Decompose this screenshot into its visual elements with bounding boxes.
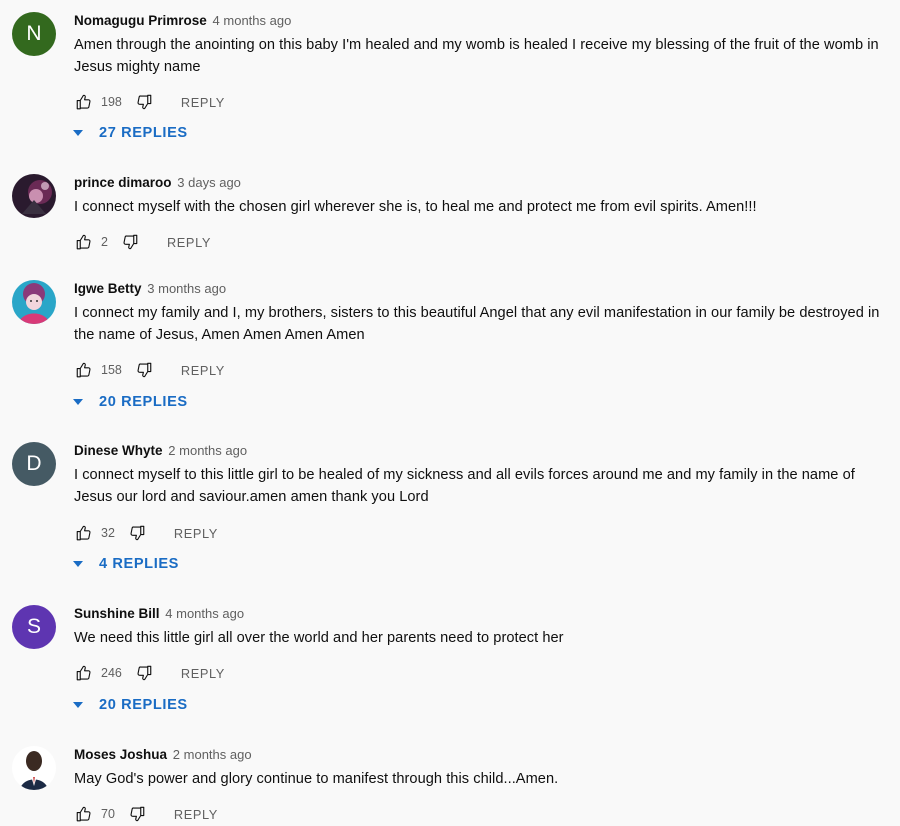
replies-label: 4 REPLIES [99, 556, 180, 572]
thumb-down-icon[interactable] [134, 92, 154, 112]
like-count: 198 [101, 95, 122, 109]
author-avatar[interactable] [12, 174, 56, 218]
avatar-letter: S [26, 615, 41, 638]
author-name[interactable]: prince dimaroo [74, 175, 172, 190]
author-name[interactable]: Igwe Betty [74, 281, 142, 296]
comment-time[interactable]: 3 days ago [177, 175, 241, 190]
comment-text: We need this little girl all over the wo… [74, 630, 564, 646]
caret-down-icon [73, 399, 83, 405]
comment-header: Moses Joshua 2 months ago [74, 746, 886, 764]
comment-time[interactable]: 3 months ago [147, 281, 226, 296]
author-name[interactable]: Nomagugu Primrose [74, 13, 207, 28]
like-count: 246 [101, 666, 122, 680]
reply-button[interactable]: REPLY [174, 807, 218, 822]
thumb-down-icon[interactable] [120, 232, 140, 252]
author-avatar[interactable] [12, 746, 56, 790]
replies-label: 20 REPLIES [99, 394, 188, 410]
author-avatar[interactable]: N [12, 12, 56, 56]
thumb-up-icon[interactable] [74, 804, 94, 824]
caret-down-icon [73, 702, 83, 708]
like-count: 70 [101, 807, 115, 821]
comment-text: I connect myself with the chosen girl wh… [74, 199, 757, 215]
view-replies-button[interactable]: 20 REPLIES [72, 390, 188, 414]
reply-button[interactable]: REPLY [167, 235, 211, 250]
comment-toolbar: 2 REPLY [74, 230, 211, 254]
comment-header: prince dimaroo 3 days ago [74, 174, 886, 192]
thumb-down-icon[interactable] [134, 360, 154, 380]
comment-toolbar: 158 REPLY [74, 358, 225, 382]
reply-button[interactable]: REPLY [181, 666, 225, 681]
comment-header: Nomagugu Primrose 4 months ago [74, 12, 886, 30]
like-count: 32 [101, 526, 115, 540]
comment-toolbar: 32 REPLY [74, 521, 218, 545]
thumb-down-icon[interactable] [127, 523, 147, 543]
reply-button[interactable]: REPLY [174, 526, 218, 541]
photo-avatar-icon [12, 280, 56, 324]
comment-toolbar: 70 REPLY [74, 802, 218, 826]
thumb-down-icon[interactable] [127, 804, 147, 824]
thumb-up-icon[interactable] [74, 523, 94, 543]
author-name[interactable]: Dinese Whyte [74, 443, 163, 458]
thumb-down-icon[interactable] [134, 663, 154, 683]
comment-time[interactable]: 4 months ago [165, 606, 244, 621]
thumb-up-icon[interactable] [74, 663, 94, 683]
author-avatar[interactable]: D [12, 442, 56, 486]
view-replies-button[interactable]: 20 REPLIES [72, 693, 188, 717]
photo-avatar-icon [12, 174, 56, 218]
author-name[interactable]: Sunshine Bill [74, 606, 160, 621]
author-avatar[interactable] [12, 280, 56, 324]
comment-toolbar: 198 REPLY [74, 90, 225, 114]
view-replies-button[interactable]: 27 REPLIES [72, 121, 188, 145]
comment-text: I connect myself to this little girl to … [74, 467, 855, 505]
comment-time[interactable]: 4 months ago [213, 13, 292, 28]
thumb-up-icon[interactable] [74, 232, 94, 252]
replies-label: 20 REPLIES [99, 697, 188, 713]
comment-body: prince dimaroo 3 days ago I connect myse… [74, 174, 886, 218]
comment-body: Sunshine Bill 4 months ago We need this … [74, 605, 886, 649]
comment-text: May God's power and glory continue to ma… [74, 771, 559, 787]
photo-avatar-icon [12, 746, 56, 790]
comment-time[interactable]: 2 months ago [173, 747, 252, 762]
thumb-up-icon[interactable] [74, 92, 94, 112]
comment-time[interactable]: 2 months ago [168, 443, 247, 458]
like-count: 158 [101, 363, 122, 377]
avatar-letter: N [26, 22, 42, 45]
author-name[interactable]: Moses Joshua [74, 747, 167, 762]
like-count: 2 [101, 235, 108, 249]
comment-header: Dinese Whyte 2 months ago [74, 442, 886, 460]
comment-toolbar: 246 REPLY [74, 661, 225, 685]
comment-header: Igwe Betty 3 months ago [74, 280, 886, 298]
author-avatar[interactable]: S [12, 605, 56, 649]
thumb-up-icon[interactable] [74, 360, 94, 380]
caret-down-icon [73, 561, 83, 567]
comment-body: Moses Joshua 2 months ago May God's powe… [74, 746, 886, 790]
avatar-letter: D [26, 452, 42, 475]
comment-text: Amen through the anointing on this baby … [74, 37, 879, 75]
replies-label: 27 REPLIES [99, 125, 188, 141]
comment-body: Dinese Whyte 2 months ago I connect myse… [74, 442, 886, 508]
comment-body: Nomagugu Primrose 4 months ago Amen thro… [74, 12, 886, 78]
comment-text: I connect my family and I, my brothers, … [74, 305, 880, 343]
reply-button[interactable]: REPLY [181, 95, 225, 110]
caret-down-icon [73, 130, 83, 136]
reply-button[interactable]: REPLY [181, 363, 225, 378]
view-replies-button[interactable]: 4 REPLIES [72, 552, 179, 576]
comment-body: Igwe Betty 3 months ago I connect my fam… [74, 280, 886, 346]
comment-header: Sunshine Bill 4 months ago [74, 605, 886, 623]
